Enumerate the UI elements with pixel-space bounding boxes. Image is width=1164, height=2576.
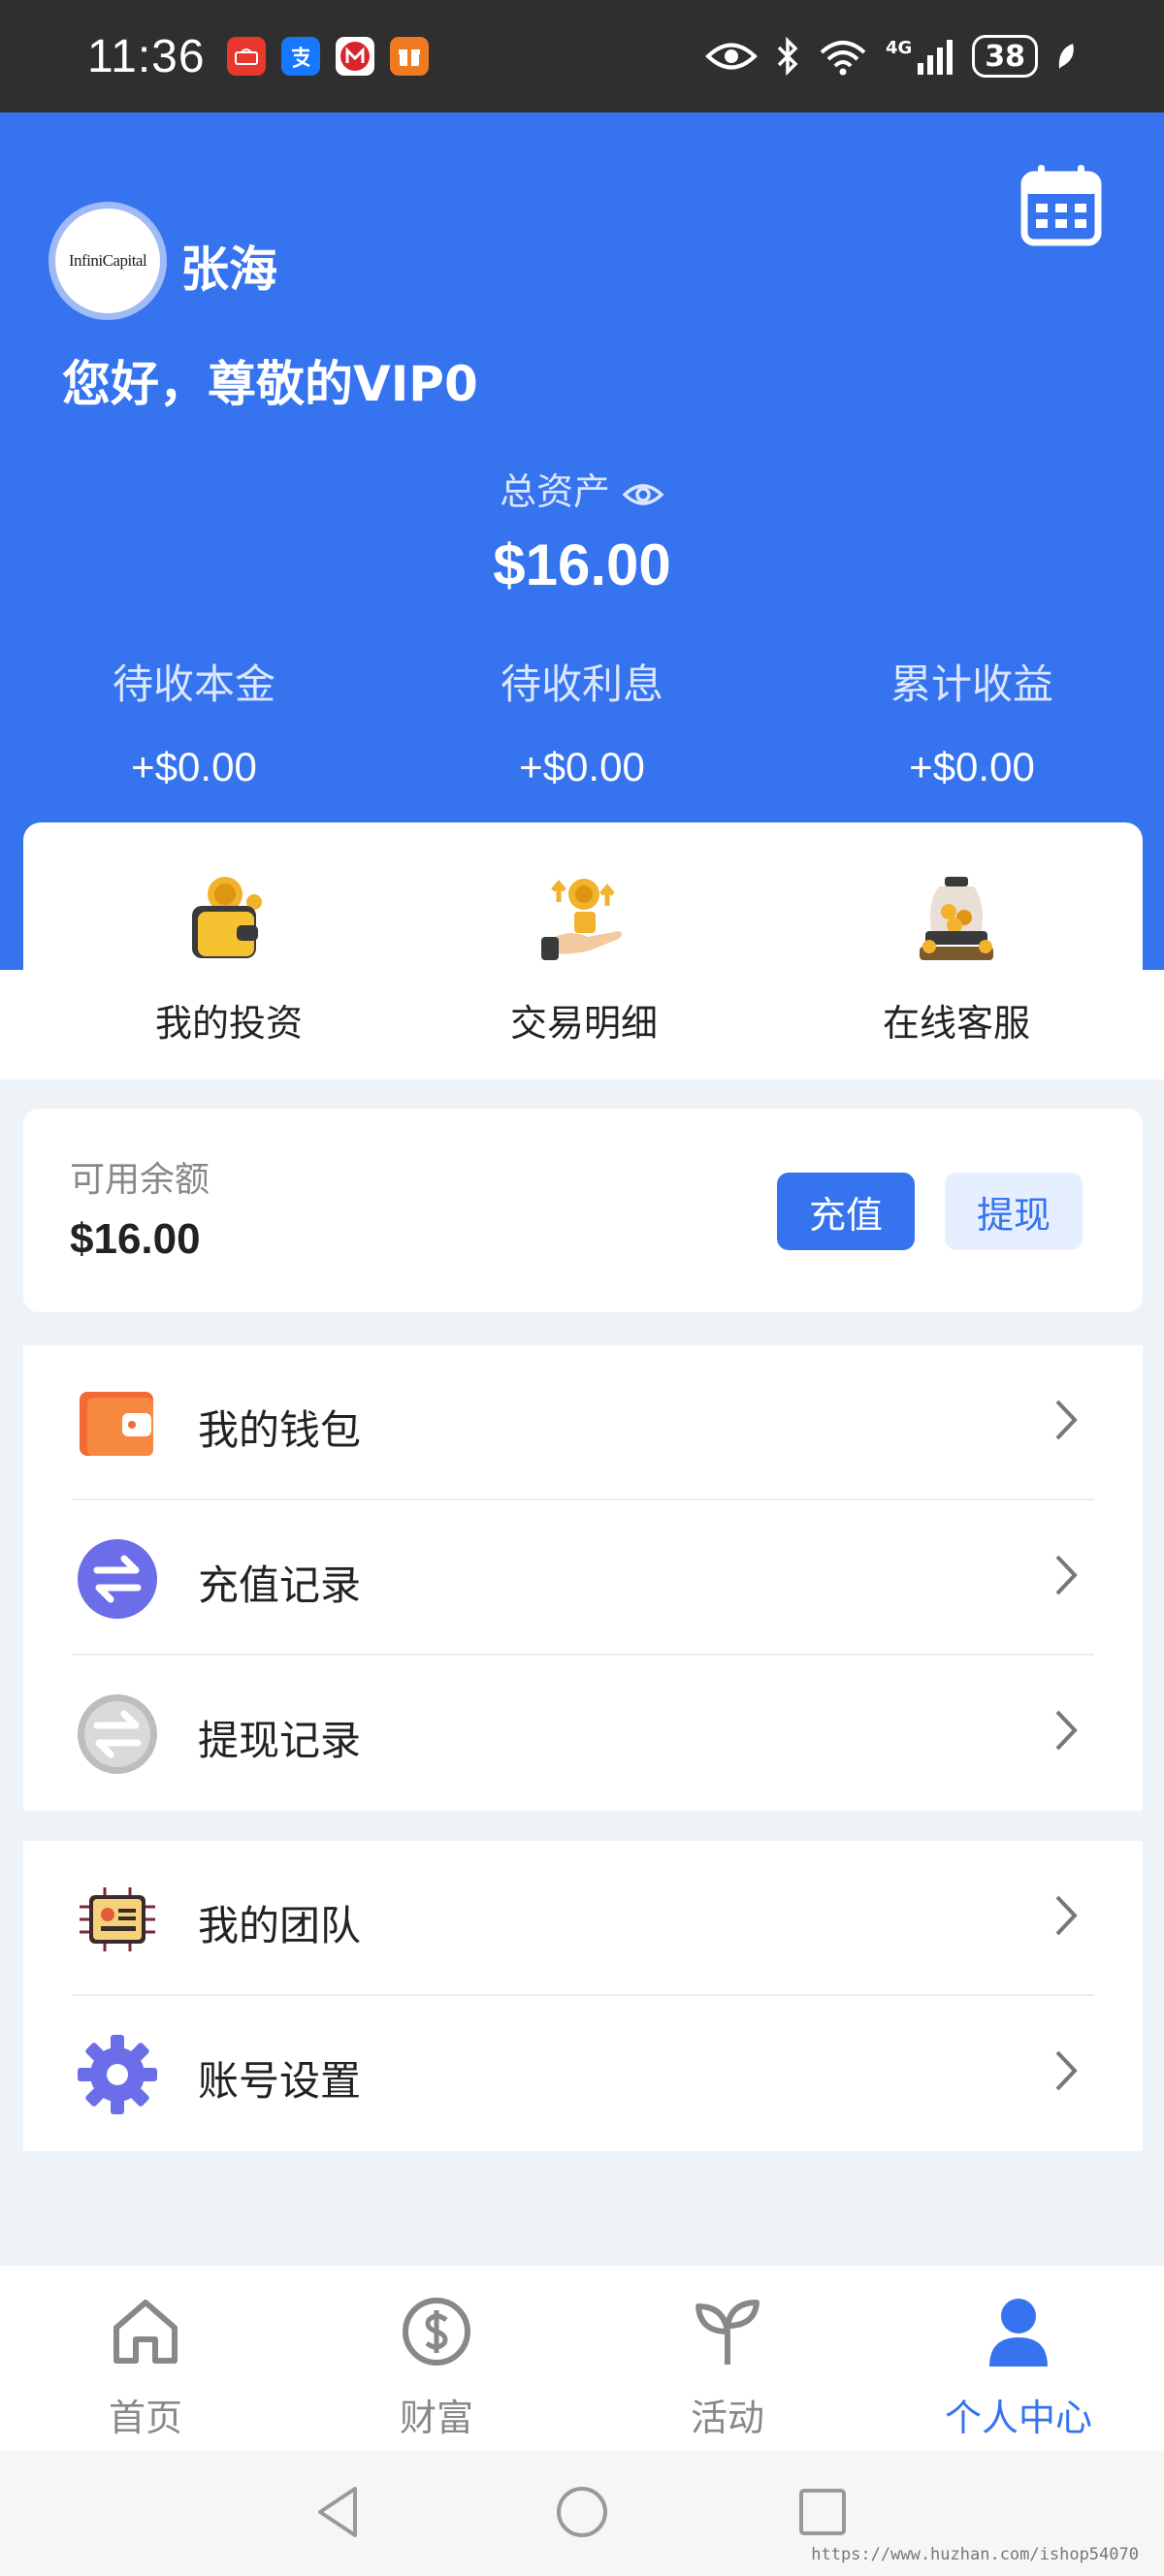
menu-item-label: 我的团队 bbox=[198, 1902, 362, 1949]
balance-value: $16.00 bbox=[70, 1215, 201, 1263]
tab-label: 首页 bbox=[108, 2397, 182, 2439]
metro-app-icon bbox=[335, 37, 374, 76]
tab-label: 活动 bbox=[690, 2397, 764, 2439]
stat-value: +$0.00 bbox=[909, 744, 1035, 789]
team-card-icon bbox=[80, 1887, 155, 1951]
chevron-right-icon bbox=[1055, 1400, 1078, 1440]
menu-item-label: 提现记录 bbox=[198, 1717, 362, 1764]
menu-item-withdraw-records[interactable]: 提现记录 bbox=[23, 1656, 1143, 1811]
home-icon bbox=[113, 2300, 178, 2364]
total-assets-label-text: 总资产 bbox=[499, 470, 610, 513]
menu-group-wallet: 我的钱包 充值记录 提现记录 bbox=[23, 1345, 1143, 1811]
home-circle-icon[interactable] bbox=[551, 2481, 613, 2543]
bottom-tab-bar: 首页 财富 活动 个人中心 bbox=[0, 2266, 1164, 2450]
bluetooth-icon bbox=[777, 37, 798, 76]
battery-level: 38 bbox=[972, 35, 1038, 78]
status-time: 11:36 bbox=[87, 30, 206, 82]
quick-actions: 我的投资 交易明细 在线客服 bbox=[23, 822, 1143, 1079]
dollar-icon bbox=[403, 2298, 470, 2366]
tab-wealth[interactable]: 财富 bbox=[291, 2293, 582, 2441]
back-icon[interactable] bbox=[308, 2481, 371, 2543]
recharge-button[interactable]: 充值 bbox=[777, 1173, 915, 1250]
eye-toggle-icon[interactable] bbox=[622, 480, 664, 509]
wallet-icon bbox=[80, 1392, 153, 1456]
user-icon bbox=[989, 2299, 1048, 2367]
menu-item-label: 账号设置 bbox=[198, 2057, 362, 2105]
stat-label: 待收利息 bbox=[500, 660, 663, 708]
menu-item-my-team[interactable]: 我的团队 bbox=[23, 1841, 1143, 1996]
quick-action-label: 我的投资 bbox=[154, 1002, 303, 1045]
tab-activity[interactable]: 活动 bbox=[582, 2293, 873, 2441]
avatar-text: InfiniCapital bbox=[68, 251, 147, 270]
chevron-right-icon bbox=[1055, 1710, 1078, 1751]
tab-label: 财富 bbox=[399, 2397, 473, 2439]
gear-icon bbox=[78, 2035, 157, 2114]
quick-action-label: 在线客服 bbox=[882, 1002, 1030, 1045]
quick-action-customer-service[interactable]: 在线客服 bbox=[811, 873, 1102, 1046]
tab-home[interactable]: 首页 bbox=[0, 2293, 291, 2441]
stat-total-earnings: 累计收益 +$0.00 bbox=[826, 652, 1117, 790]
sprout-icon bbox=[695, 2300, 760, 2365]
menu-item-label: 我的钱包 bbox=[198, 1406, 362, 1454]
menu-group-account: 我的团队 账号设置 bbox=[23, 1841, 1143, 2151]
balance-label: 可用余额 bbox=[70, 1160, 210, 1200]
chevron-right-icon bbox=[1055, 1555, 1078, 1595]
menu-item-my-wallet[interactable]: 我的钱包 bbox=[23, 1345, 1143, 1500]
status-indicators: 4G 38 bbox=[705, 35, 1077, 78]
stat-label: 累计收益 bbox=[889, 660, 1053, 708]
username: 张海 bbox=[180, 242, 277, 298]
stat-value: +$0.00 bbox=[519, 744, 645, 789]
coin-jar-icon bbox=[920, 877, 993, 960]
alipay-icon bbox=[280, 37, 320, 76]
status-bar: 11:36 4G 38 bbox=[0, 0, 1164, 113]
stat-pending-principal: 待收本金 +$0.00 bbox=[48, 652, 340, 790]
watermark: https://www.huzhan.com/ishop54070 bbox=[811, 2545, 1139, 2564]
wallet-coins-icon bbox=[192, 877, 262, 958]
tab-label: 个人中心 bbox=[944, 2397, 1092, 2439]
avatar[interactable]: InfiniCapital bbox=[48, 202, 167, 320]
stat-pending-interest: 待收利息 +$0.00 bbox=[436, 652, 728, 790]
greeting: 您好，尊敬的VIP0 bbox=[62, 356, 478, 412]
stat-label: 待收本金 bbox=[112, 660, 275, 708]
gift-app-icon bbox=[389, 37, 429, 76]
network-type: 4G bbox=[885, 38, 913, 58]
signal-icon: 4G bbox=[886, 38, 954, 75]
withdraw-button[interactable]: 提现 bbox=[945, 1173, 1083, 1250]
total-assets-label: 总资产 bbox=[0, 462, 1164, 515]
calendar-icon[interactable] bbox=[1020, 163, 1102, 246]
leaf-icon bbox=[1058, 44, 1074, 69]
eye-comfort-icon bbox=[705, 43, 758, 70]
menu-item-label: 充值记录 bbox=[198, 1562, 362, 1609]
quick-action-transactions[interactable]: 交易明细 bbox=[438, 873, 729, 1046]
exchange-gray-icon bbox=[78, 1694, 157, 1774]
exchange-icon bbox=[78, 1539, 157, 1619]
coin-hand-icon bbox=[541, 879, 622, 960]
stat-value: +$0.00 bbox=[131, 744, 257, 789]
chevron-right-icon bbox=[1055, 1895, 1078, 1936]
wifi-icon bbox=[820, 41, 866, 76]
balance-card: 可用余额 $16.00 充值 提现 bbox=[23, 1109, 1143, 1312]
system-nav-bar: https://www.huzhan.com/ishop54070 bbox=[0, 2450, 1164, 2576]
menu-item-recharge-records[interactable]: 充值记录 bbox=[23, 1500, 1143, 1656]
huawei-app-icon bbox=[226, 37, 266, 76]
quick-action-label: 交易明细 bbox=[509, 1002, 658, 1045]
quick-action-my-investment[interactable]: 我的投资 bbox=[83, 873, 374, 1046]
tab-personal-center[interactable]: 个人中心 bbox=[873, 2293, 1164, 2441]
recents-icon[interactable] bbox=[792, 2481, 854, 2543]
chevron-right-icon bbox=[1055, 2050, 1078, 2091]
menu-item-account-settings[interactable]: 账号设置 bbox=[23, 1996, 1143, 2151]
total-assets-value: $16.00 bbox=[493, 532, 671, 597]
